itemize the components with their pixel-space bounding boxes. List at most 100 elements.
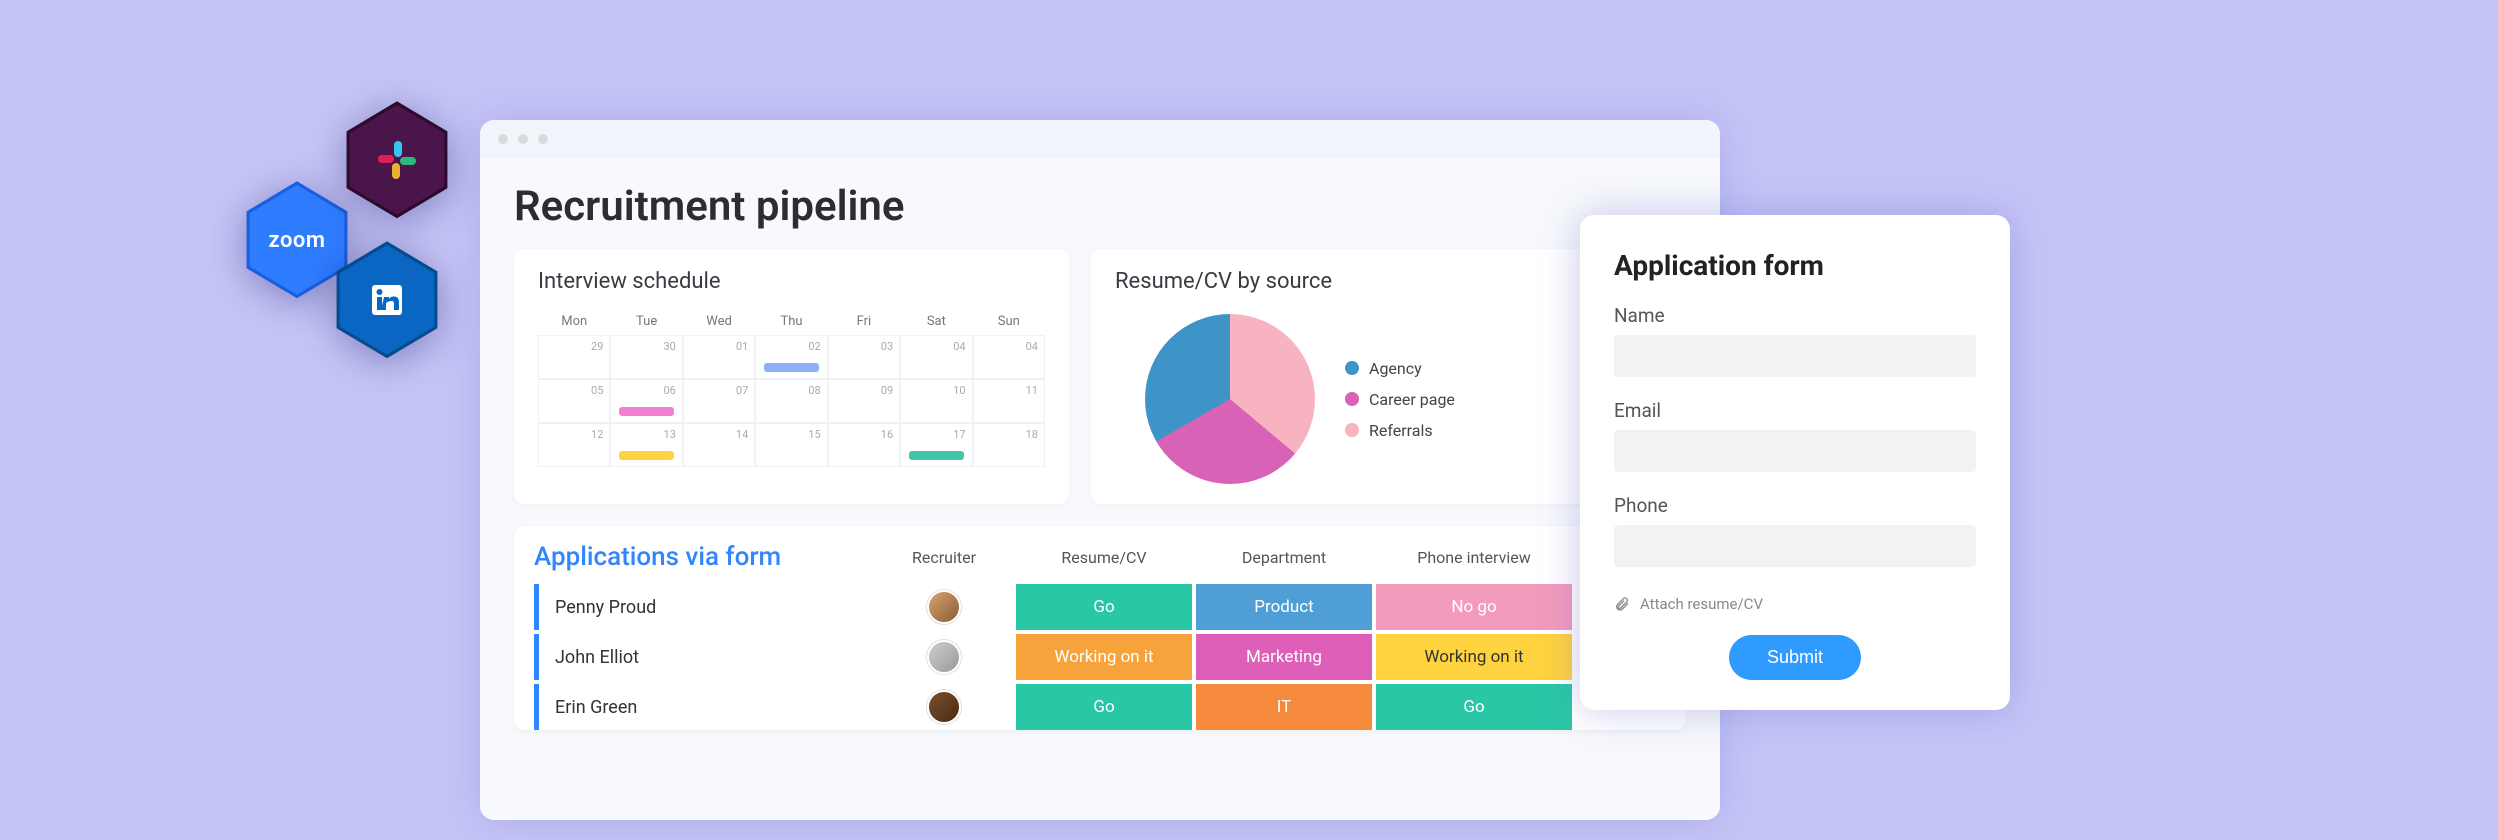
calendar-cell[interactable]: 30 [610,335,682,379]
calendar-event[interactable] [619,407,673,416]
calendar-day-header: Sat [900,308,972,335]
calendar-day-header: Mon [538,308,610,335]
application-row[interactable]: John Elliot Working on itMarketingWorking… [514,634,1686,680]
resume-status[interactable]: Go [1016,684,1192,730]
resume-status[interactable]: Working on it [1016,634,1192,680]
col-resume: Resume/CV [1014,548,1194,567]
calendar-cell[interactable]: 13 [610,423,682,467]
name-field[interactable] [1614,335,1976,377]
attach-resume-row[interactable]: Attach resume/CV [1614,595,1976,613]
email-label: Email [1614,399,1976,422]
calendar-date: 12 [591,428,603,441]
slack-badge [345,100,449,220]
calendar-date: 10 [953,384,965,397]
calendar-cell[interactable]: 08 [755,379,827,423]
calendar-date: 02 [808,340,820,353]
attach-resume-label: Attach resume/CV [1640,595,1763,613]
legend-item: Referrals [1345,421,1455,440]
paperclip-icon [1614,596,1630,612]
calendar-cell[interactable]: 17 [900,423,972,467]
calendar-cell[interactable]: 02 [755,335,827,379]
legend-item: Career page [1345,390,1455,409]
calendar-cell[interactable]: 07 [683,379,755,423]
recruiter-cell [874,634,1014,680]
calendar-date: 04 [953,340,965,353]
calendar-date: 11 [1026,384,1038,397]
department-tag[interactable]: Product [1196,584,1372,630]
linkedin-icon [366,279,408,321]
legend-label: Agency [1369,359,1422,378]
calendar-cell[interactable]: 16 [828,423,900,467]
phone-field[interactable] [1614,525,1976,567]
calendar-event[interactable] [909,451,963,460]
avatar [927,640,961,674]
resume-status[interactable]: Go [1016,584,1192,630]
legend-swatch [1345,361,1359,375]
calendar-cell[interactable]: 05 [538,379,610,423]
legend-swatch [1345,392,1359,406]
calendar-date: 01 [736,340,748,353]
recruiter-cell [874,684,1014,730]
calendar-date: 06 [663,384,675,397]
linkedin-badge [335,240,439,360]
interview-schedule-title: Interview schedule [538,269,1045,294]
interview-schedule-card: Interview schedule MonTueWedThuFriSatSun… [514,249,1069,504]
applicant-name: John Elliot [534,634,874,680]
calendar-date: 08 [808,384,820,397]
recruiter-cell [874,584,1014,630]
col-recruiter: Recruiter [874,548,1014,567]
calendar-cell[interactable]: 12 [538,423,610,467]
calendar-cell[interactable]: 01 [683,335,755,379]
submit-button[interactable]: Submit [1729,635,1861,680]
calendar-date: 29 [591,340,603,353]
email-field[interactable] [1614,430,1976,472]
calendar-date: 15 [808,428,820,441]
pie-legend: Agency Career page Referrals [1345,359,1455,440]
calendar-cell[interactable]: 10 [900,379,972,423]
application-form-panel: Application form Name Email Phone Attach… [1580,215,2010,710]
application-row[interactable]: Erin Green GoITGo [514,684,1686,730]
avatar [927,590,961,624]
phone-label: Phone [1614,494,1976,517]
application-row[interactable]: Penny Proud GoProductNo go [514,584,1686,630]
calendar-cell[interactable]: 04 [900,335,972,379]
department-tag[interactable]: IT [1196,684,1372,730]
traffic-light-zoom[interactable] [538,134,548,144]
col-phone-interview: Phone interview [1374,548,1574,567]
calendar-date: 09 [881,384,893,397]
calendar-cell[interactable]: 18 [973,423,1045,467]
applicant-name: Erin Green [534,684,874,730]
zoom-label: zoom [269,228,326,253]
zoom-badge: zoom [245,180,349,300]
app-window: Recruitment pipeline Interview schedule … [480,120,1720,820]
phone-interview-status[interactable]: Go [1376,684,1572,730]
calendar-date: 04 [1026,340,1038,353]
calendar-cell[interactable]: 06 [610,379,682,423]
applicant-name: Penny Proud [534,584,874,630]
legend-item: Agency [1345,359,1455,378]
phone-interview-status[interactable]: No go [1376,584,1572,630]
calendar-event[interactable] [764,363,818,372]
traffic-light-close[interactable] [498,134,508,144]
calendar-date: 03 [881,340,893,353]
col-department: Department [1194,548,1374,567]
calendar-date: 30 [663,340,675,353]
calendar-cell[interactable]: 03 [828,335,900,379]
slack-icon [374,137,420,183]
calendar-cell[interactable]: 11 [973,379,1045,423]
applications-card: Applications via form Recruiter Resume/C… [514,526,1686,730]
calendar-cell[interactable]: 29 [538,335,610,379]
legend-label: Referrals [1369,421,1433,440]
calendar-cell[interactable]: 09 [828,379,900,423]
legend-label: Career page [1369,390,1455,409]
department-tag[interactable]: Marketing [1196,634,1372,680]
traffic-light-minimize[interactable] [518,134,528,144]
phone-interview-status[interactable]: Working on it [1376,634,1572,680]
calendar-cell[interactable]: 04 [973,335,1045,379]
calendar-cell[interactable]: 15 [755,423,827,467]
calendar-day-header: Sun [973,308,1045,335]
calendar-event[interactable] [619,451,673,460]
page-title: Recruitment pipeline [514,182,1686,231]
calendar-cell[interactable]: 14 [683,423,755,467]
calendar-day-header: Tue [610,308,682,335]
